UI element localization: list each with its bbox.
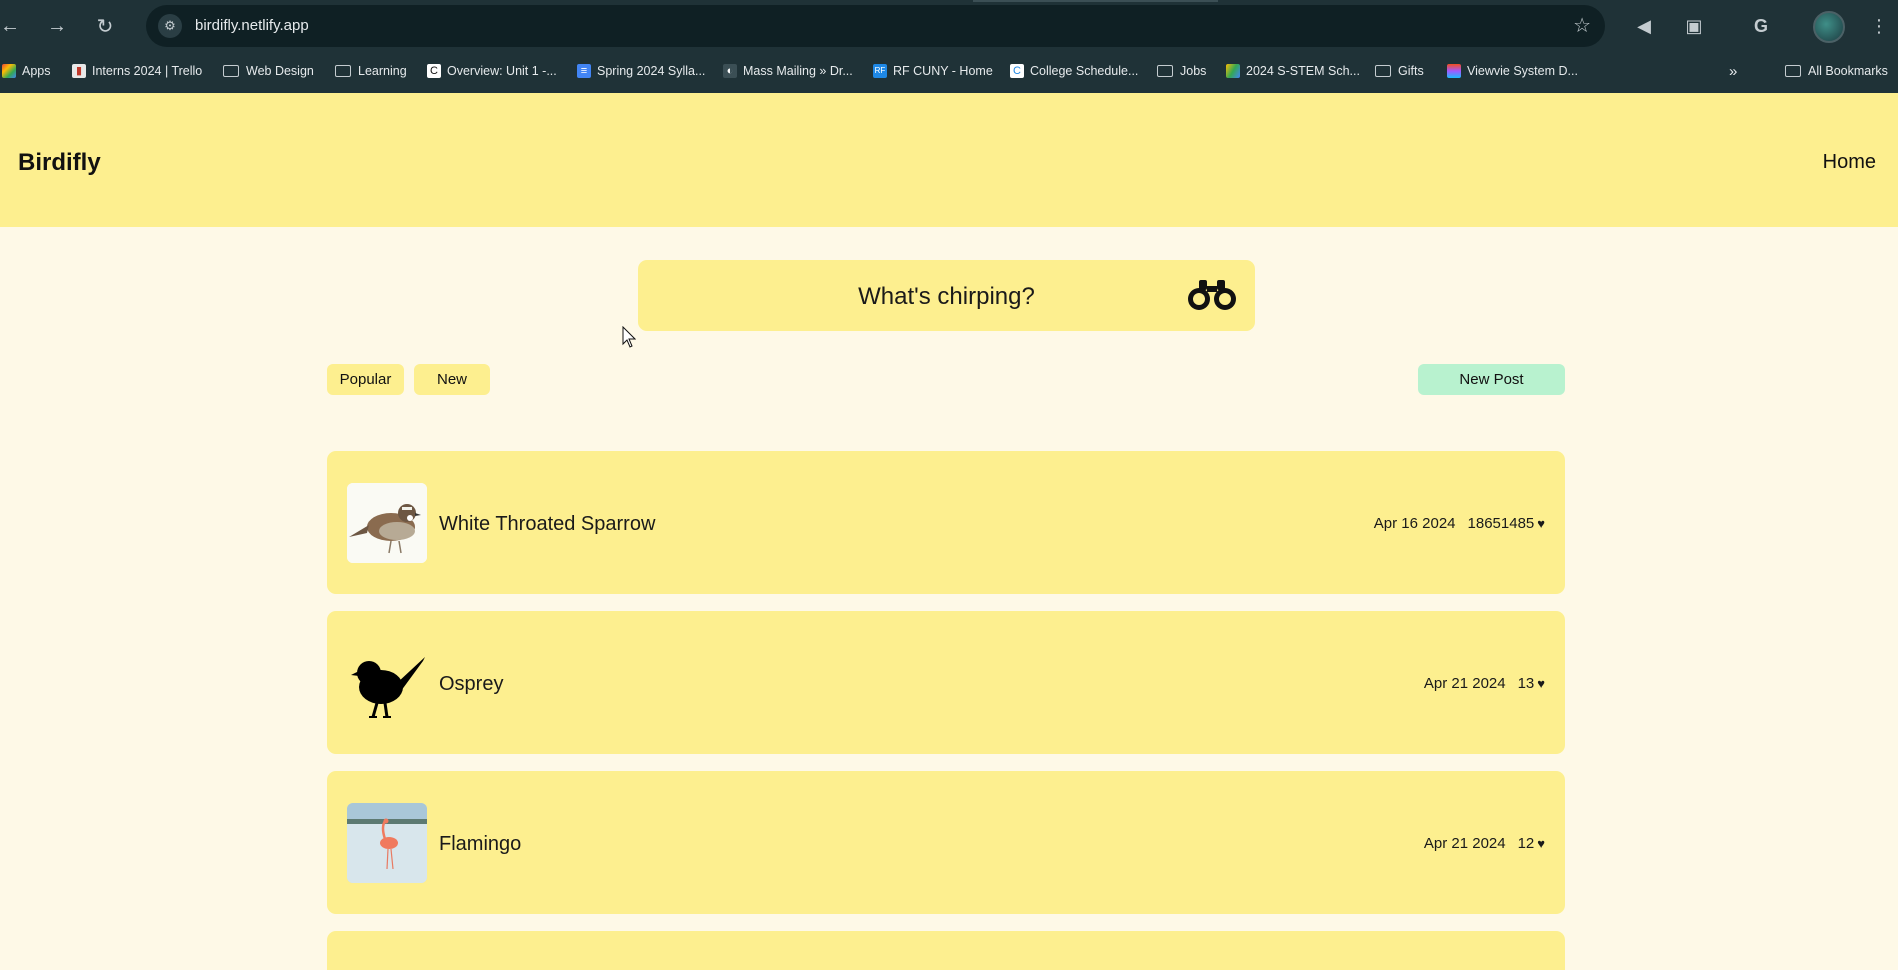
- binoculars-icon[interactable]: [1187, 278, 1237, 312]
- profile-avatar[interactable]: [1813, 11, 1845, 43]
- heart-icon: ♥: [1537, 516, 1545, 531]
- filter-popular-button[interactable]: Popular: [327, 364, 404, 395]
- like-count: 13: [1517, 675, 1535, 692]
- bookmark-overview[interactable]: C Overview: Unit 1 -...: [427, 61, 557, 81]
- sparrow-thumbnail: [347, 483, 427, 563]
- brand-logo[interactable]: Birdifly: [18, 149, 101, 177]
- search-input[interactable]: What's chirping?: [638, 260, 1255, 331]
- site-settings-icon[interactable]: ⚙: [158, 14, 182, 38]
- post-title[interactable]: White Throated Sparrow: [439, 513, 655, 536]
- heart-icon: ♥: [1537, 676, 1545, 691]
- new-post-button[interactable]: New Post: [1418, 364, 1565, 395]
- post-card[interactable]: Flamingo Apr 21 2024 12 ♥: [327, 771, 1565, 914]
- heart-icon: ♥: [1537, 836, 1545, 851]
- back-arrow-icon[interactable]: ←: [0, 10, 26, 42]
- bookmark-apps[interactable]: Apps: [2, 61, 51, 81]
- apps-grid-icon: [2, 64, 16, 78]
- bookmark-learning[interactable]: Learning: [335, 61, 407, 81]
- browser-chrome: ← → ↻ ⚙ birdifly.netlify.app ☆ ◀ ▣ G ⋮ A…: [0, 0, 1898, 93]
- post-likes: 18651485 ♥: [1468, 515, 1545, 532]
- bookmark-gifts[interactable]: Gifts: [1375, 61, 1424, 81]
- site-icon: C: [1010, 64, 1024, 78]
- post-card[interactable]: Osprey Apr 21 2024 13 ♥: [327, 611, 1565, 754]
- bookmark-label: Jobs: [1180, 64, 1207, 78]
- bookmark-web-design[interactable]: Web Design: [223, 61, 314, 81]
- site-icon: ◐: [723, 64, 737, 78]
- toolbar: ← → ↻ ⚙ birdifly.netlify.app ☆ ◀ ▣ G ⋮: [0, 0, 1898, 52]
- post-card[interactable]: White Throated Sparrow Apr 16 2024 18651…: [327, 451, 1565, 594]
- url-text[interactable]: birdifly.netlify.app: [195, 17, 309, 34]
- bookmark-viewvie[interactable]: Viewvie System D...: [1447, 61, 1578, 81]
- post-likes: 12 ♥: [1518, 835, 1545, 852]
- post-title[interactable]: Osprey: [439, 673, 503, 696]
- mouse-cursor-icon: [622, 326, 636, 348]
- bookmark-label: Learning: [358, 64, 407, 78]
- bookmark-label: Overview: Unit 1 -...: [447, 64, 557, 78]
- bookmark-label: Web Design: [246, 64, 314, 78]
- post-meta: Apr 21 2024 12 ♥: [1424, 835, 1545, 852]
- bookmark-label: 2024 S-STEM Sch...: [1246, 64, 1360, 78]
- bookmark-sstem[interactable]: 2024 S-STEM Sch...: [1226, 61, 1360, 81]
- post-meta: Apr 16 2024 18651485 ♥: [1374, 515, 1545, 532]
- flamingo-thumbnail: [347, 803, 427, 883]
- trello-icon: ▮: [72, 64, 86, 78]
- post-title[interactable]: Flamingo: [439, 833, 521, 856]
- folder-icon: [335, 65, 351, 77]
- forward-arrow-icon[interactable]: →: [41, 10, 73, 42]
- docs-icon: ≡: [577, 64, 591, 78]
- nav-home-link[interactable]: Home: [1823, 151, 1876, 174]
- folder-icon: [1157, 65, 1173, 77]
- post-likes: 13 ♥: [1518, 675, 1545, 692]
- bookmark-mass-mailing[interactable]: ◐ Mass Mailing » Dr...: [723, 61, 853, 81]
- bookmark-label: Spring 2024 Sylla...: [597, 64, 706, 78]
- bookmark-spring-syllabus[interactable]: ≡ Spring 2024 Sylla...: [577, 61, 705, 81]
- bookmark-label: Interns 2024 | Trello: [92, 64, 203, 78]
- filter-new-button[interactable]: New: [414, 364, 490, 395]
- bookmark-rf-cuny[interactable]: RF RF CUNY - Home: [873, 61, 993, 81]
- all-bookmarks-button[interactable]: All Bookmarks: [1785, 61, 1888, 81]
- menu-kebab-icon[interactable]: ⋮: [1864, 11, 1894, 41]
- media-control-icon[interactable]: ◀: [1629, 11, 1659, 41]
- osprey-thumbnail: [347, 643, 427, 723]
- bird-silhouette: [351, 657, 425, 718]
- address-bar[interactable]: ⚙ birdifly.netlify.app ☆: [146, 5, 1605, 47]
- bookmark-jobs[interactable]: Jobs: [1157, 61, 1206, 81]
- post-card-partial[interactable]: [327, 931, 1565, 970]
- bookmark-label: College Schedule...: [1030, 64, 1139, 78]
- bookmark-label: Mass Mailing » Dr...: [743, 64, 853, 78]
- sparrow-photo: [347, 483, 427, 563]
- bookmark-label: All Bookmarks: [1808, 64, 1888, 78]
- rf-icon: RF: [873, 64, 887, 78]
- flamingo-photo: [347, 803, 427, 883]
- bookmarks-overflow-button[interactable]: »: [1729, 61, 1737, 81]
- post-meta: Apr 21 2024 13 ♥: [1424, 675, 1545, 692]
- bookmark-trello[interactable]: ▮ Interns 2024 | Trello: [72, 61, 202, 81]
- figma-icon: [1447, 64, 1461, 78]
- extensions-puzzle-icon[interactable]: ▣: [1679, 11, 1709, 41]
- bookmark-college-schedule[interactable]: C College Schedule...: [1010, 61, 1138, 81]
- google-icon[interactable]: G: [1746, 11, 1776, 41]
- folder-icon: [1375, 65, 1391, 77]
- drive-icon: [1226, 64, 1240, 78]
- folder-icon: [1785, 65, 1801, 77]
- folder-icon: [223, 65, 239, 77]
- bookmark-label: Viewvie System D...: [1467, 64, 1578, 78]
- site-icon: C: [427, 64, 441, 78]
- bookmark-star-icon[interactable]: ☆: [1573, 13, 1591, 38]
- post-date: Apr 21 2024: [1423, 835, 1506, 852]
- bookmark-label: Gifts: [1398, 64, 1424, 78]
- site-header: Birdifly Home: [0, 93, 1898, 227]
- post-date: Apr 21 2024: [1423, 675, 1506, 692]
- bookmarks-bar: Apps ▮ Interns 2024 | Trello Web Design …: [0, 57, 1898, 85]
- bookmark-label: Apps: [22, 64, 51, 78]
- bookmark-label: RF CUNY - Home: [893, 64, 993, 78]
- search-placeholder: What's chirping?: [858, 283, 1035, 310]
- reload-icon[interactable]: ↻: [89, 10, 121, 42]
- post-date: Apr 16 2024: [1373, 515, 1456, 532]
- like-count: 12: [1517, 835, 1535, 852]
- like-count: 18651485: [1467, 515, 1535, 532]
